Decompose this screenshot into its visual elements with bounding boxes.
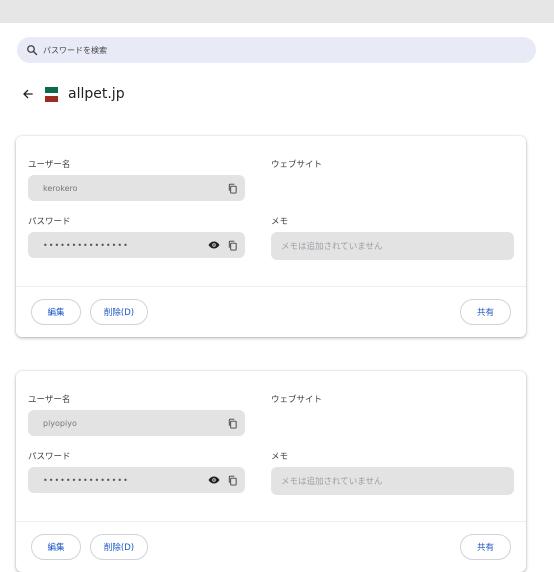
note-placeholder: メモは追加されていません [281, 477, 383, 487]
password-value: ••••••••••••••• [43, 240, 129, 250]
website-label: ウェブサイト [271, 395, 323, 405]
delete-button[interactable]: 削除(D) [90, 534, 148, 560]
username-field: piyopiyo [28, 410, 245, 436]
copy-icon[interactable] [226, 417, 238, 429]
username-field: kerokero [28, 175, 245, 201]
divider [16, 286, 526, 287]
username-label: ユーザー名 [28, 395, 71, 405]
search-icon [26, 41, 38, 60]
credential-card: ユーザー名 ウェブサイト kerokero パスワード メモ •••••••••… [16, 136, 526, 337]
site-title: allpet.jp [68, 86, 125, 102]
note-field[interactable]: メモは追加されていません [271, 232, 514, 260]
search-placeholder[interactable]: パスワードを検索 [43, 45, 107, 56]
delete-button[interactable]: 削除(D) [90, 299, 148, 325]
note-label: メモ [271, 452, 289, 462]
show-password-eye-icon[interactable] [208, 474, 220, 486]
top-bar [0, 0, 554, 23]
copy-icon[interactable] [226, 182, 238, 194]
password-label: パスワード [28, 217, 71, 227]
share-button[interactable]: 共有 [460, 534, 511, 560]
note-field[interactable]: メモは追加されていません [271, 467, 514, 495]
note-placeholder: メモは追加されていません [281, 242, 383, 252]
show-password-eye-icon[interactable] [208, 239, 220, 251]
copy-icon[interactable] [226, 239, 238, 251]
back-arrow-icon[interactable] [22, 87, 36, 101]
username-value: piyopiyo [43, 418, 77, 428]
password-field: ••••••••••••••• [28, 467, 245, 493]
divider [16, 521, 526, 522]
site-header: allpet.jp [22, 84, 125, 104]
website-label: ウェブサイト [271, 160, 323, 170]
credential-card: ユーザー名 ウェブサイト piyopiyo パスワード メモ •••••••••… [16, 371, 526, 572]
username-label: ユーザー名 [28, 160, 71, 170]
site-favicon-icon [45, 86, 58, 102]
edit-button[interactable]: 編集 [31, 299, 81, 325]
password-field: ••••••••••••••• [28, 232, 245, 258]
copy-icon[interactable] [226, 474, 238, 486]
search-bar[interactable]: パスワードを検索 [17, 37, 536, 63]
share-button[interactable]: 共有 [460, 299, 511, 325]
password-value: ••••••••••••••• [43, 475, 129, 485]
note-label: メモ [271, 217, 289, 227]
password-label: パスワード [28, 452, 71, 462]
edit-button[interactable]: 編集 [31, 534, 81, 560]
username-value: kerokero [43, 183, 78, 193]
